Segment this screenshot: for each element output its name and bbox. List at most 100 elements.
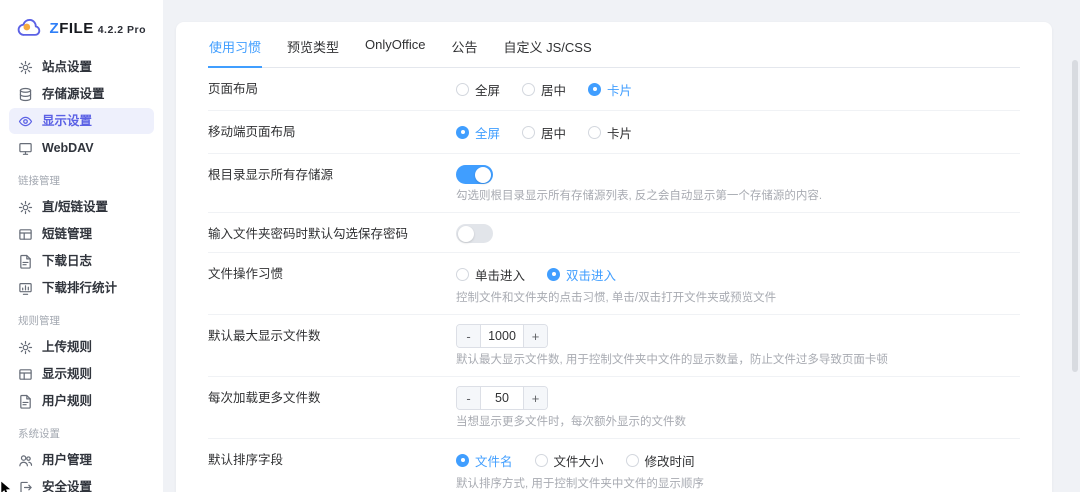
toggle-folder-password-remember-default[interactable]	[456, 224, 493, 243]
setting-label: 默认最大显示文件数	[208, 329, 321, 343]
sidebar-item-user-rules[interactable]: 用户规则	[9, 388, 154, 414]
radio-option[interactable]: 单击进入	[456, 265, 525, 284]
tab-custom-js-css[interactable]: 自定义 JS/CSS	[503, 30, 593, 68]
stepper-value: 50	[481, 387, 523, 409]
radio-option[interactable]: 居中	[522, 80, 566, 99]
brand-name: ZFILE 4.2.2 Pro	[49, 19, 146, 37]
setting-row-folder-password-remember-default: 输入文件夹密码时默认勾选保存密码	[208, 213, 1020, 253]
radio-dot	[456, 453, 469, 467]
sidebar-nav: 站点设置存储源设置显示设置 WebDAV 链接管理直/短链设置短链管理下载日志下载排…	[9, 54, 154, 492]
setting-row-mobile-page-layout: 移动端页面布局 全屏 居中 卡片	[208, 111, 1020, 154]
radio-option[interactable]: 全屏	[456, 123, 500, 142]
stepper-decrease-button[interactable]: -	[457, 325, 481, 347]
radio-dot	[522, 82, 536, 96]
tab-usage-habits[interactable]: 使用习惯	[208, 30, 263, 68]
sidebar-group-label: 链接管理	[18, 175, 60, 187]
setting-label: 根目录显示所有存储源	[208, 168, 334, 182]
setting-label: 页面布局	[208, 82, 259, 96]
setting-help: 当想显示更多文件时，每次额外显示的文件数	[456, 416, 686, 428]
mouse-cursor-icon	[0, 481, 12, 492]
radio-label: 文件名	[475, 454, 513, 469]
table-icon	[19, 368, 32, 380]
setting-row-root-show-all-storages: 根目录显示所有存储源勾选则根目录显示所有存储源列表, 反之会自动显示第一个存储源…	[208, 154, 1020, 213]
main-area: 使用习惯 预览类型 OnlyOffice 公告 自定义 JS/CSS 页面布局 全屏 居中卡…	[163, 0, 1080, 492]
radio-dot	[456, 82, 469, 96]
sidebar-item-label: 显示规则	[42, 367, 93, 381]
radio-option[interactable]: 双击进入	[547, 265, 616, 284]
sidebar-item-display-settings[interactable]: 显示设置	[9, 108, 154, 134]
radio-label: 全屏	[475, 126, 501, 141]
setting-row-page-layout: 页面布局 全屏 居中 卡片	[208, 68, 1020, 111]
radio-label: 修改时间	[644, 454, 695, 469]
logout-icon	[20, 481, 32, 492]
setting-label: 默认排序字段	[208, 453, 284, 467]
sidebar-item-upload-rules[interactable]: 上传规则	[9, 334, 154, 360]
setting-row-default-max-file-count: 默认最大显示文件数 -1000 + 默认最大显示文件数, 用于控制文件夹中文件的显示数…	[208, 315, 1020, 377]
sidebar-item-storage-settings[interactable]: 存储源设置	[9, 81, 154, 107]
setting-label: 输入文件夹密码时默认勾选保存密码	[208, 227, 409, 241]
radio-option[interactable]: 全屏	[456, 80, 500, 99]
radio-option[interactable]: 文件大小	[534, 451, 604, 470]
setting-row-default-sort-field: 默认排序字段 文件名 文件大小 修改时间默认排序方式, 用于控制文件夹中文件的显示顺序	[208, 439, 1020, 492]
stepper-increase-button[interactable]: +	[523, 325, 547, 347]
stepper-value: 1000	[481, 325, 523, 347]
radio-option[interactable]: 修改时间	[625, 451, 695, 470]
gear-icon	[18, 200, 33, 214]
radio-option[interactable]: 居中	[522, 123, 566, 142]
setting-help: 默认排序方式, 用于控制文件夹中文件的显示顺序	[456, 478, 704, 490]
sidebar-item-label: 下载日志	[42, 254, 93, 268]
database-icon	[19, 87, 32, 101]
radio-dot	[588, 82, 602, 96]
radio-dot	[534, 453, 548, 467]
document-icon	[20, 254, 31, 269]
settings-tabs: 使用习惯 预览类型 OnlyOffice 公告 自定义 JS/CSS	[208, 30, 1020, 68]
setting-row-load-more-file-count: 每次加载更多文件数 -50 + 当想显示更多文件时，每次额外显示的文件数	[208, 377, 1020, 439]
stepper-increase-button[interactable]: +	[523, 387, 547, 409]
stepper-decrease-button[interactable]: -	[457, 387, 481, 409]
sidebar-item-display-rules[interactable]: 显示规则	[9, 361, 154, 387]
tab-preview-types[interactable]: 预览类型	[286, 30, 340, 68]
toggle-knob	[458, 225, 474, 242]
brand-version: 4.2.2 Pro	[97, 23, 146, 36]
sidebar-item-direct-short-link-settings[interactable]: 直/短链设置	[9, 194, 154, 220]
sidebar-item-webdav[interactable]: WebDAV	[9, 135, 154, 161]
sidebar-item-download-log[interactable]: 下载日志	[9, 248, 154, 274]
setting-help: 默认最大显示文件数, 用于控制文件夹中文件的显示数量，防止文件过多导致页面卡顿	[456, 354, 888, 366]
document-icon	[20, 394, 31, 409]
sidebar-item-label: 显示设置	[42, 114, 93, 128]
sidebar-item-short-link-manage[interactable]: 短链管理	[9, 221, 154, 247]
radio-label: 卡片	[607, 126, 633, 141]
sidebar-item-label: 安全设置	[42, 480, 93, 492]
stepper-default-max-file-count: -1000 +	[456, 324, 548, 348]
radio-label: 文件大小	[553, 454, 604, 469]
tab-announcement[interactable]: 公告	[450, 30, 478, 68]
radio-option[interactable]: 卡片	[588, 80, 632, 99]
sidebar-item-label: 存储源设置	[42, 87, 105, 101]
users-icon	[19, 454, 33, 466]
sidebar-item-user-manage[interactable]: 用户管理	[9, 447, 154, 473]
tab-onlyoffice[interactable]: OnlyOffice	[364, 30, 426, 68]
radio-group-file-click-habit: 单击进入 双击进入	[456, 262, 1020, 286]
setting-label: 移动端页面布局	[208, 125, 296, 139]
sidebar-item-label: 用户管理	[42, 453, 93, 467]
gear-icon	[18, 340, 33, 354]
vertical-scrollbar[interactable]	[1072, 60, 1078, 372]
sidebar-item-download-ranking[interactable]: 下载排行统计	[9, 275, 154, 301]
sidebar-item-label: 站点设置	[42, 60, 93, 74]
sidebar-item-security-settings[interactable]: 安全设置	[9, 474, 154, 492]
radio-dot	[456, 125, 469, 139]
sidebar-item-label: WebDAV	[42, 141, 94, 155]
gear-icon	[18, 60, 33, 74]
eye-icon	[18, 116, 33, 126]
toggle-root-show-all-storages[interactable]	[456, 165, 493, 184]
radio-label: 全屏	[475, 83, 501, 98]
radio-label: 居中	[541, 83, 567, 98]
radio-dot	[456, 267, 469, 281]
sidebar-item-label: 直/短链设置	[42, 200, 108, 214]
radio-option[interactable]: 卡片	[588, 123, 632, 142]
radio-option[interactable]: 文件名	[456, 451, 513, 470]
radio-group-default-sort-field: 文件名 文件大小 修改时间	[456, 448, 1020, 472]
sidebar-item-label: 上传规则	[42, 340, 93, 354]
sidebar-item-site-settings[interactable]: 站点设置	[9, 54, 154, 80]
setting-help: 勾选则根目录显示所有存储源列表, 反之会自动显示第一个存储源的内容.	[456, 190, 823, 202]
